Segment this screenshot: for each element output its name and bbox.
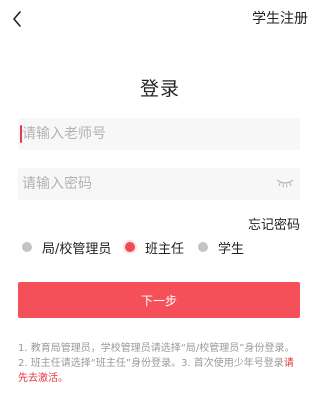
page-title: 登录 <box>139 78 180 100</box>
role-selector: 局/校管理员 班主任 学生 <box>22 237 302 257</box>
eye-closed-icon[interactable] <box>276 178 294 188</box>
role-option-head-teacher[interactable]: 班主任 <box>125 237 184 257</box>
role-label: 局/校管理员 <box>42 241 112 257</box>
radio-button-selected <box>125 242 135 252</box>
role-label: 班主任 <box>145 241 185 257</box>
student-register-link[interactable]: 学生注册 <box>252 8 308 28</box>
role-option-student[interactable]: 学生 <box>198 237 244 257</box>
role-option-admin[interactable]: 局/校管理员 <box>22 237 111 257</box>
next-button[interactable]: 下一步 <box>18 282 300 318</box>
password-input[interactable] <box>22 168 272 200</box>
radio-button <box>198 242 208 252</box>
back-button[interactable] <box>9 9 25 29</box>
login-instructions: 1. 教育局管理员，学校管理员请选择“局/校管理员”身份登录。2. 班主任请选择… <box>18 341 302 386</box>
forgot-password-link[interactable]: 忘记密码 <box>248 214 300 233</box>
radio-button <box>22 242 32 252</box>
top-bar: 学生注册 <box>0 0 320 40</box>
teacher-id-input[interactable] <box>22 118 272 150</box>
role-label: 学生 <box>218 241 245 257</box>
password-field <box>18 168 300 200</box>
instructions-text: 1. 教育局管理员，学校管理员请选择“局/校管理员”身份登录。2. 班主任请选择… <box>18 343 295 369</box>
teacher-id-field <box>18 118 300 150</box>
chevron-left-icon <box>13 11 21 27</box>
